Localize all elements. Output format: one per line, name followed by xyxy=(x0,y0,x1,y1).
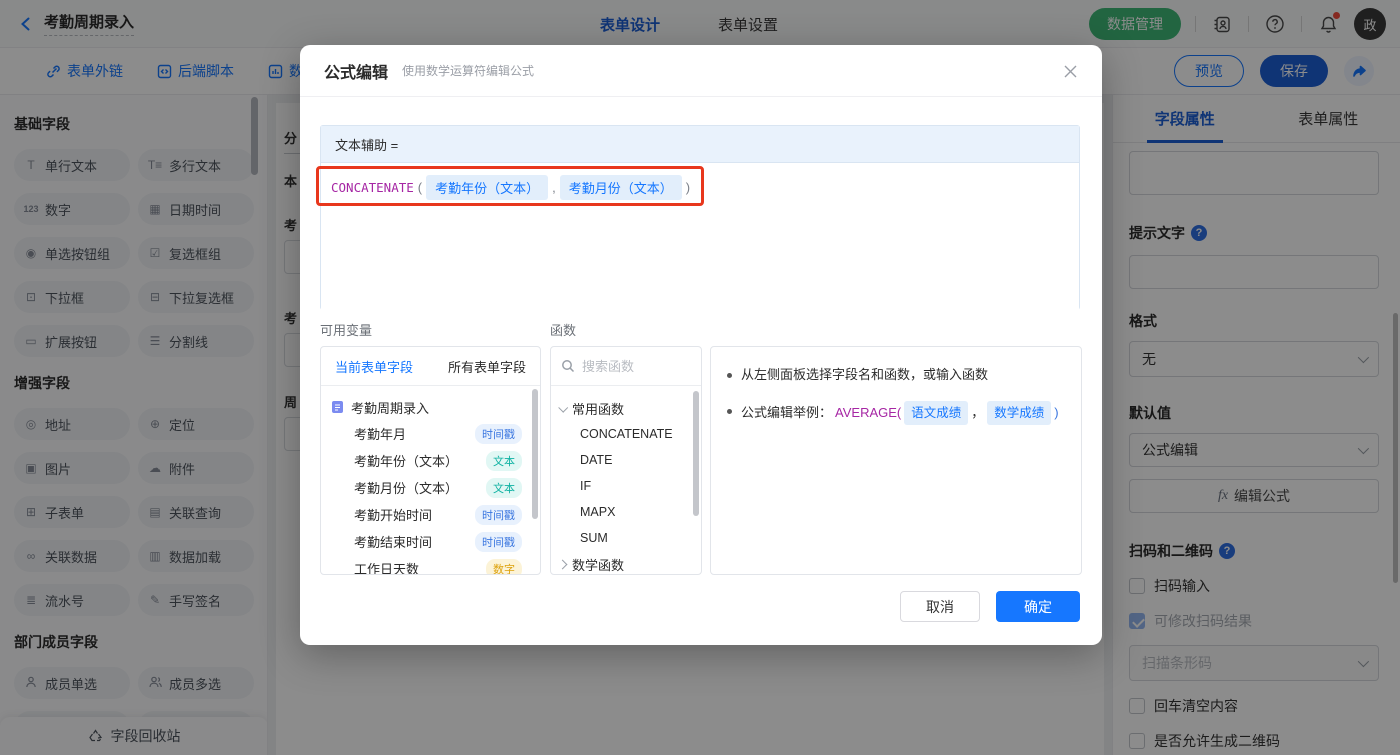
bullet-icon xyxy=(727,409,732,414)
variable-row[interactable]: 考勤月份（文本） 文本 xyxy=(331,474,530,501)
modal-title: 公式编辑 xyxy=(324,64,389,82)
form-root-node[interactable]: 考勤周期录入 xyxy=(331,394,530,420)
variable-row[interactable]: 工作日天数 数字 xyxy=(331,555,530,574)
function-group-math[interactable]: 数学函数 xyxy=(557,551,701,574)
variable-row[interactable]: 考勤结束时间 时间戳 xyxy=(331,528,530,555)
cancel-button[interactable]: 取消 xyxy=(900,591,980,622)
example-arg-chip: 语文成绩 xyxy=(904,401,969,425)
help-line-1: 从左侧面板选择字段名和函数，或输入函数 xyxy=(727,365,1065,385)
function-search-input[interactable] xyxy=(582,358,682,374)
close-icon xyxy=(1064,65,1076,77)
form-designer-app: 考勤周期录入 表单设计 表单设置 数据管理 政 表单外链 后端脚本 预览 保存 … xyxy=(0,0,1400,755)
close-button[interactable] xyxy=(1060,61,1080,81)
function-item-if[interactable]: IF xyxy=(559,473,701,499)
functions-scrollbar[interactable] xyxy=(693,391,699,516)
variables-tabs: 当前表单字段 所有表单字段 xyxy=(321,347,540,386)
caret-down-icon xyxy=(558,402,569,413)
formula-box: 文本辅助 = CONCATENATE ( 考勤年份（文本） , 考勤月份（文本）… xyxy=(316,125,1080,310)
function-item-sum[interactable]: SUM xyxy=(559,525,701,551)
variables-panel: 当前表单字段 所有表单字段 考勤周期录入 考勤年月 时间戳 考勤年份（文本） 文本 … xyxy=(320,346,541,575)
functions-panel: 常用函数 CONCATENATE DATE IF MAPX SUM 数学函数 文… xyxy=(550,346,702,575)
modal-footer: 取消 确定 xyxy=(900,591,1080,622)
formula-editor-modal: 公式编辑 使用数学运算符编辑公式 文本辅助 = CONCATENATE ( 考勤… xyxy=(300,45,1102,645)
formula-target: 文本辅助 = xyxy=(321,126,1079,163)
type-badge: 文本 xyxy=(486,450,522,471)
type-badge: 文本 xyxy=(486,477,522,498)
tab-current-form-fields[interactable]: 当前表单字段 xyxy=(335,357,413,376)
variable-row[interactable]: 考勤开始时间 时间戳 xyxy=(331,501,530,528)
modal-subtitle: 使用数学运算符编辑公式 xyxy=(402,64,535,78)
formula-arg-chip[interactable]: 考勤月份（文本） xyxy=(559,175,682,200)
variables-label: 可用变量 xyxy=(320,323,373,338)
formula-arg-chip[interactable]: 考勤年份（文本） xyxy=(426,175,549,200)
formula-function-name: CONCATENATE xyxy=(331,180,414,195)
help-line-2: 公式编辑举例： AVERAGE( 语文成绩 ， 数学成绩 ) xyxy=(727,401,1065,425)
variables-list: 考勤周期录入 考勤年月 时间戳 考勤年份（文本） 文本 考勤月份（文本） 文本 考勤开… xyxy=(321,386,540,574)
formula-editor-area[interactable]: CONCATENATE ( 考勤年份（文本） , 考勤月份（文本） ) xyxy=(316,163,1079,310)
type-badge: 时间戳 xyxy=(475,504,522,525)
confirm-button[interactable]: 确定 xyxy=(996,591,1080,622)
function-group-common[interactable]: 常用函数 xyxy=(558,395,701,421)
caret-right-icon xyxy=(557,559,568,569)
type-badge: 数字 xyxy=(486,558,522,574)
example-arg-chip: 数学成绩 xyxy=(987,401,1052,425)
modal-header: 公式编辑 使用数学运算符编辑公式 xyxy=(300,45,1102,97)
function-tree: 常用函数 CONCATENATE DATE IF MAPX SUM 数学函数 文… xyxy=(551,386,701,574)
tab-all-form-fields[interactable]: 所有表单字段 xyxy=(448,357,526,376)
function-item-date[interactable]: DATE xyxy=(559,447,701,473)
search-icon xyxy=(562,360,575,373)
variable-row[interactable]: 考勤年份（文本） 文本 xyxy=(331,447,530,474)
type-badge: 时间戳 xyxy=(475,531,522,552)
function-item-mapx[interactable]: MAPX xyxy=(559,499,701,525)
type-badge: 时间戳 xyxy=(475,423,522,444)
function-item-concatenate[interactable]: CONCATENATE xyxy=(559,421,701,447)
variables-scrollbar[interactable] xyxy=(532,389,538,519)
example-function-name: AVERAGE( xyxy=(835,405,902,420)
variable-row[interactable]: 考勤年月 时间戳 xyxy=(331,420,530,447)
function-search xyxy=(551,347,701,386)
help-panel: 从左侧面板选择字段名和函数，或输入函数 公式编辑举例： AVERAGE( 语文成… xyxy=(710,346,1082,575)
bullet-icon xyxy=(727,373,732,378)
form-doc-icon xyxy=(332,401,343,413)
formula-expression: CONCATENATE ( 考勤年份（文本） , 考勤月份（文本） ) xyxy=(331,175,690,200)
functions-label: 函数 xyxy=(550,323,577,338)
